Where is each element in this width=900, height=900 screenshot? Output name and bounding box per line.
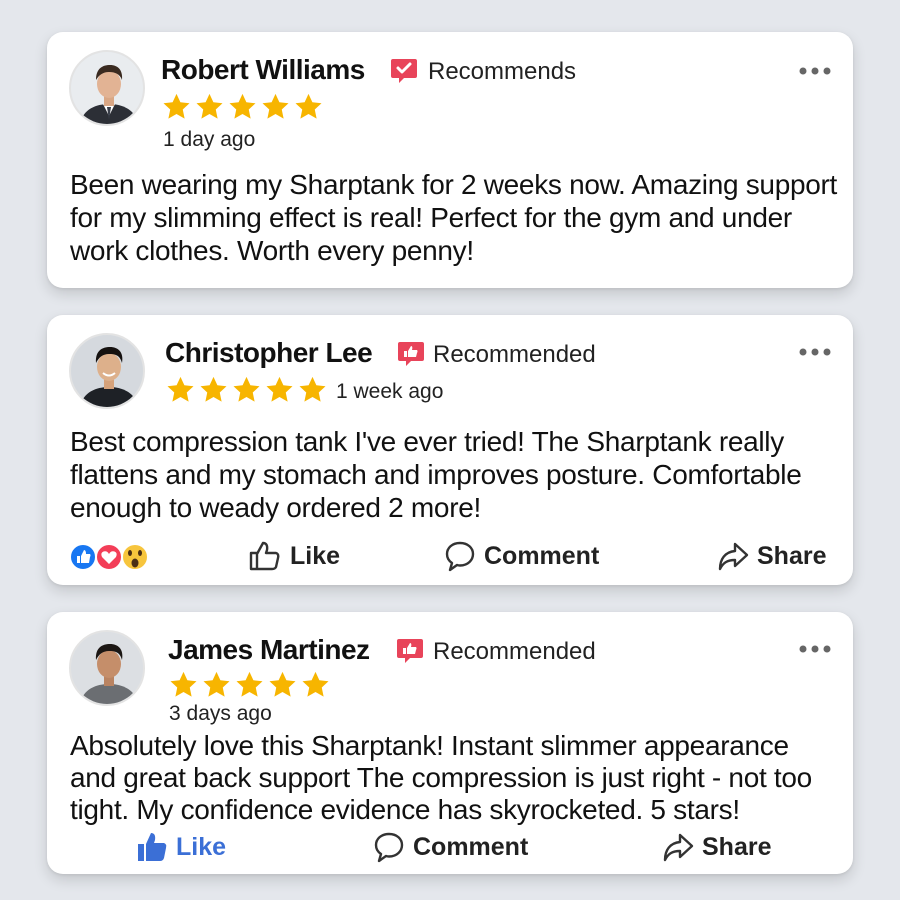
more-options-icon[interactable] — [798, 347, 832, 357]
star-icon — [295, 93, 322, 119]
star-icon — [163, 93, 190, 119]
star-icon — [269, 671, 296, 697]
star-icon — [302, 671, 329, 697]
comment-button[interactable]: Comment — [373, 831, 528, 863]
star-icon — [266, 376, 293, 402]
star-icon — [262, 93, 289, 119]
review-time: 1 week ago — [336, 380, 444, 403]
recommend-label: Recommends — [428, 58, 577, 85]
review-text: Best compression tank I've ever tried! T… — [70, 426, 802, 523]
thumbs-up-icon — [138, 833, 167, 861]
like-button[interactable]: Like — [136, 831, 226, 863]
reactions-summary[interactable] — [69, 541, 159, 573]
more-options-icon[interactable] — [798, 66, 832, 76]
star-icon — [200, 376, 227, 402]
star-icon — [196, 93, 223, 119]
reviewer-name[interactable]: Christopher Lee — [165, 337, 373, 369]
star-icon — [229, 93, 256, 119]
reviewer-name[interactable]: Robert Williams — [161, 54, 365, 86]
recommend-label: Recommended — [433, 638, 596, 665]
share-button[interactable]: Share — [717, 540, 826, 572]
share-label: Share — [757, 541, 827, 570]
review-time: 1 day ago — [163, 128, 256, 151]
like-label: Like — [176, 832, 227, 861]
star-rating — [165, 375, 328, 405]
review-time: 3 days ago — [169, 702, 272, 725]
star-icon — [167, 376, 194, 402]
share-label: Share — [702, 832, 772, 861]
avatar[interactable] — [69, 630, 145, 706]
star-icon — [299, 376, 326, 402]
avatar[interactable] — [69, 333, 145, 409]
comment-label: Comment — [413, 832, 529, 861]
star-rating — [161, 92, 324, 122]
comment-label: Comment — [484, 541, 600, 570]
star-icon — [236, 671, 263, 697]
thumbs-up-badge-icon — [397, 639, 423, 663]
like-label: Like — [290, 541, 341, 570]
reviewer-name[interactable]: James Martinez — [168, 634, 370, 666]
review-card: James Martinez Recommended 3 days ago Ab… — [47, 612, 853, 874]
review-text: Absolutely love this Sharptank! Instant … — [70, 730, 812, 825]
speech-bubble-icon — [445, 541, 475, 572]
star-rating — [168, 670, 331, 700]
review-card: Robert Williams Recommends 1 day ago Bee… — [47, 32, 853, 288]
star-icon — [203, 671, 230, 697]
review-card: Christopher Lee Recommended 1 week ago B… — [47, 315, 853, 585]
avatar[interactable] — [69, 50, 145, 126]
thumbs-up-badge-icon — [391, 59, 417, 83]
star-icon — [233, 376, 260, 402]
speech-bubble-icon — [374, 832, 404, 863]
thumbs-up-icon — [249, 541, 280, 571]
share-arrow-icon — [718, 542, 749, 571]
review-text: Been wearing my Sharptank for 2 weeks no… — [70, 169, 838, 266]
share-button[interactable]: Share — [662, 831, 771, 863]
star-icon — [170, 671, 197, 697]
share-arrow-icon — [663, 833, 694, 862]
like-button[interactable]: Like — [248, 540, 340, 572]
comment-button[interactable]: Comment — [444, 540, 599, 572]
more-options-icon[interactable] — [798, 644, 832, 654]
thumbs-up-badge-icon — [398, 342, 424, 366]
recommend-label: Recommended — [433, 341, 596, 368]
